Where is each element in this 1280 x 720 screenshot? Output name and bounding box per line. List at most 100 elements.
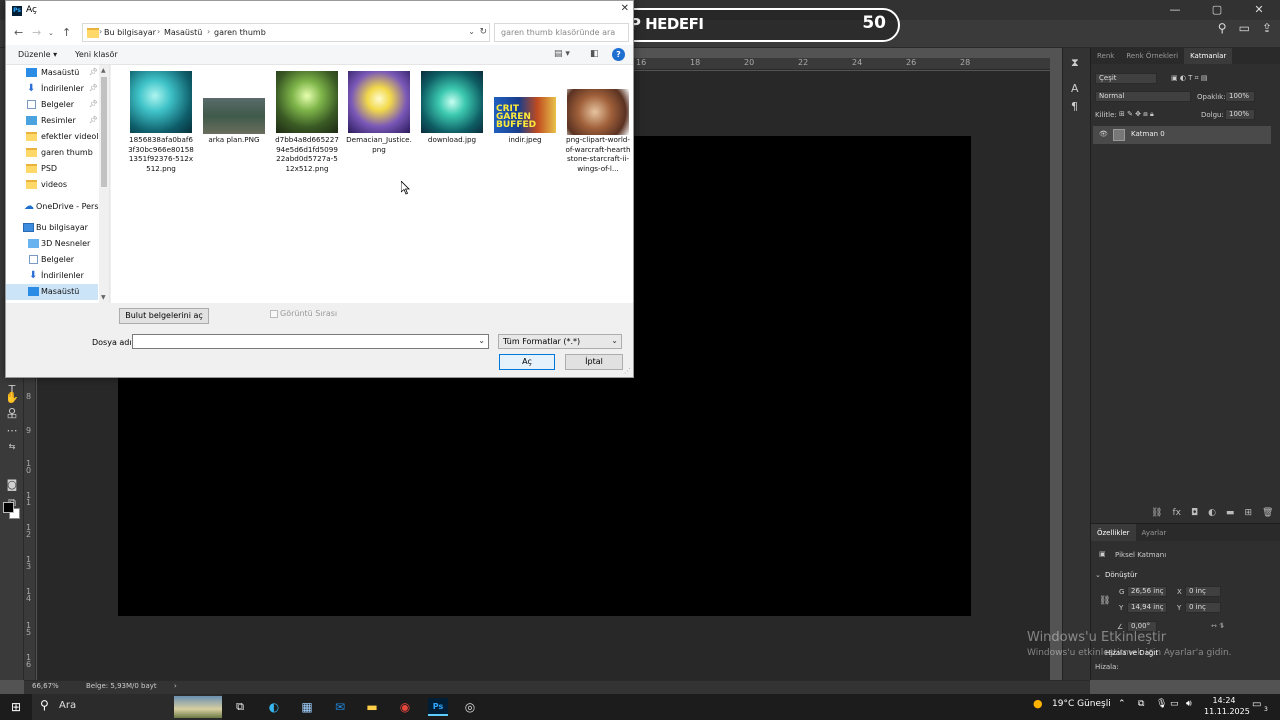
status-arrow-icon[interactable]: › xyxy=(174,682,177,690)
scrollbar-thumb[interactable] xyxy=(101,77,107,187)
link-dimensions-icon[interactable]: ⛓︎ xyxy=(1099,596,1110,606)
swap-colors-icon[interactable]: ⇆ xyxy=(4,440,20,454)
open-cloud-docs-button[interactable]: Bulut belgelerini aç xyxy=(119,308,209,324)
hand-tool-icon[interactable]: ✋ xyxy=(4,391,20,405)
sidebar-scrollbar[interactable]: ▲ ▼ xyxy=(99,65,109,303)
character-icon[interactable]: A xyxy=(1071,82,1079,95)
x-input[interactable]: 0 inç xyxy=(1185,586,1221,597)
sidebar-item-pictures[interactable]: Resimler 📌︎ xyxy=(6,113,98,129)
breadcrumb-desktop[interactable]: Masaüstü xyxy=(164,28,202,37)
history-icon[interactable]: ⧗ xyxy=(1071,56,1079,70)
close-icon[interactable]: ✕ xyxy=(1238,0,1280,20)
file-item[interactable]: d7bb4a8d66522794e5d6d1fd509922abd0d5727a… xyxy=(274,71,340,181)
dialog-titlebar[interactable]: Ps Aç ✕ xyxy=(6,1,633,21)
file-item[interactable]: Demacian_Justice.png xyxy=(346,71,412,181)
layer-row[interactable]: 👁︎ Katman 0 xyxy=(1093,126,1271,144)
group-icon[interactable]: ▬ xyxy=(1226,508,1235,518)
file-item[interactable]: CRIT GAREN BUFFED indir.jpeg xyxy=(492,71,558,181)
quick-mask-icon[interactable]: ◙ xyxy=(4,478,20,492)
chevron-right-icon[interactable]: › xyxy=(157,27,160,36)
minimize-icon[interactable]: — xyxy=(1154,0,1196,20)
chevron-down-icon[interactable]: ⌄ xyxy=(468,27,475,36)
taskbar-search[interactable]: ⚲ Ara xyxy=(32,694,222,720)
file-type-select[interactable]: Tüm Formatlar (*.*) ⌄ xyxy=(498,334,622,349)
lock-icons[interactable]: ⊞ ✎ ✥ ⧈ 🔒︎ xyxy=(1119,110,1154,119)
chevron-up-icon[interactable]: ▲ xyxy=(101,67,106,74)
sidebar-item-downloads[interactable]: ⬇ İndirilenler 📌︎ xyxy=(6,81,98,97)
chevron-down-icon[interactable]: ▼ xyxy=(101,294,106,301)
chevron-down-icon[interactable]: ⌄ xyxy=(611,336,618,345)
outlook-icon[interactable]: ✉ xyxy=(331,698,349,716)
tab-layers[interactable]: Katmanlar xyxy=(1184,48,1233,64)
cancel-button[interactable]: İptal xyxy=(565,354,623,370)
photoshop-taskbar-icon[interactable]: Ps xyxy=(428,698,448,716)
chevron-up-icon[interactable]: ⌃ xyxy=(1118,699,1126,709)
sidebar-item-this-pc[interactable]: Bu bilgisayar xyxy=(6,220,98,236)
file-item[interactable]: download.jpg xyxy=(419,71,485,181)
width-input[interactable]: 26,56 inç xyxy=(1127,586,1167,597)
taskbar-clock[interactable]: 14:24 11.11.2025 xyxy=(1204,695,1250,717)
sidebar-item-psd[interactable]: PSD xyxy=(6,161,98,177)
forward-arrow-icon[interactable]: → xyxy=(32,26,41,39)
sidebar-item-desktop-pc[interactable]: Masaüstü xyxy=(6,284,98,300)
file-item[interactable]: 1856838afa0baf63f30bc966e801581351f92376… xyxy=(128,71,194,181)
obs-icon[interactable]: ◎ xyxy=(461,698,479,716)
up-arrow-icon[interactable]: ↑ xyxy=(62,26,71,39)
file-item[interactable]: arka plan.PNG xyxy=(201,71,267,181)
sidebar-item-desktop[interactable]: Masaüstü 📌︎ xyxy=(6,65,98,81)
weather-text[interactable]: 19°C Güneşli xyxy=(1052,699,1111,709)
transform-label[interactable]: Dönüştür xyxy=(1105,571,1137,579)
chevron-right-icon[interactable]: › xyxy=(207,27,210,36)
resize-grip-icon[interactable]: ⋰ xyxy=(624,367,631,375)
sidebar-item-3d-objects[interactable]: 3D Nesneler xyxy=(6,236,98,252)
store-icon[interactable]: ▦ xyxy=(298,698,316,716)
volume-icon[interactable]: 🔊︎ xyxy=(1186,699,1192,709)
chevron-down-icon[interactable]: ⌄ xyxy=(1095,571,1101,579)
layer-filter-select[interactable]: Çeşit xyxy=(1095,73,1157,84)
task-view-icon[interactable]: ⧉ xyxy=(232,698,248,716)
notification-icon[interactable]: ▭ xyxy=(1252,699,1261,710)
file-item[interactable]: png-clipart-world-of-warcraft-hearthston… xyxy=(565,71,631,181)
y-input[interactable]: 0 inç xyxy=(1185,602,1221,613)
sidebar-item-downloads-pc[interactable]: ⬇ İndirilenler xyxy=(6,268,98,284)
open-button[interactable]: Aç xyxy=(499,354,555,370)
sidebar-item-effects-videos[interactable]: efektler videolar xyxy=(6,129,107,145)
address-bar[interactable]: › Bu bilgisayar › Masaüstü › garen thumb… xyxy=(82,23,490,42)
tab-swatches[interactable]: Renk Örnekleri xyxy=(1120,48,1184,64)
paragraph-icon[interactable]: ¶ xyxy=(1071,100,1078,113)
recent-dropdown-icon[interactable]: ⌄ xyxy=(48,29,54,37)
sidebar-item-documents[interactable]: Belgeler 📌︎ xyxy=(6,97,98,113)
foreground-color-swatch[interactable] xyxy=(3,502,14,513)
chevron-down-icon[interactable]: ⌄ xyxy=(478,336,485,345)
zoom-level[interactable]: 66,67% xyxy=(32,682,59,690)
tab-properties[interactable]: Özellikler xyxy=(1091,524,1136,541)
sidebar-item-onedrive[interactable]: ☁ OneDrive - Persor xyxy=(6,199,107,215)
sidebar-item-documents-pc[interactable]: Belgeler xyxy=(6,252,98,268)
breadcrumb-this-pc[interactable]: Bu bilgisayar xyxy=(104,28,156,37)
file-explorer-icon[interactable]: ▬ xyxy=(363,698,381,716)
search-input[interactable]: garen thumb klasöründe ara xyxy=(494,23,629,42)
preview-pane-icon[interactable]: ◧ xyxy=(590,49,599,59)
tab-color[interactable]: Renk xyxy=(1091,48,1120,64)
start-button-icon[interactable]: ⊞ xyxy=(8,698,24,716)
trash-icon[interactable]: 🗑︎ xyxy=(1262,508,1273,518)
sidebar-item-videos[interactable]: videos xyxy=(6,177,98,193)
weather-sun-icon[interactable]: ● xyxy=(1033,697,1043,710)
close-icon[interactable]: ✕ xyxy=(621,3,629,14)
new-layer-icon[interactable]: ⊞ xyxy=(1244,508,1252,518)
sidebar-item-garen-thumb[interactable]: garen thumb xyxy=(6,145,98,161)
fx-icon[interactable]: fx xyxy=(1172,508,1181,518)
app-tray-icon[interactable]: ⧉ xyxy=(1138,699,1144,709)
search-icon[interactable]: ⚲ xyxy=(1218,21,1227,35)
microphone-icon[interactable]: 🎙︎ xyxy=(1156,699,1167,709)
refresh-icon[interactable]: ↻ xyxy=(479,27,487,37)
chrome-icon[interactable]: ◉ xyxy=(396,698,414,716)
organize-button[interactable]: Düzenle ▾ xyxy=(18,50,57,59)
mask-icon[interactable]: ◘ xyxy=(1191,508,1198,518)
blend-mode-select[interactable]: Normal xyxy=(1095,91,1191,102)
view-options-icon[interactable]: ▤ ▾ xyxy=(554,49,570,59)
edge-icon[interactable]: ◐ xyxy=(265,698,283,716)
image-sequence-checkbox[interactable] xyxy=(270,310,278,318)
more-tools-icon[interactable]: ⋯ xyxy=(4,424,20,438)
link-icon[interactable]: ⛓︎ xyxy=(1151,508,1162,518)
